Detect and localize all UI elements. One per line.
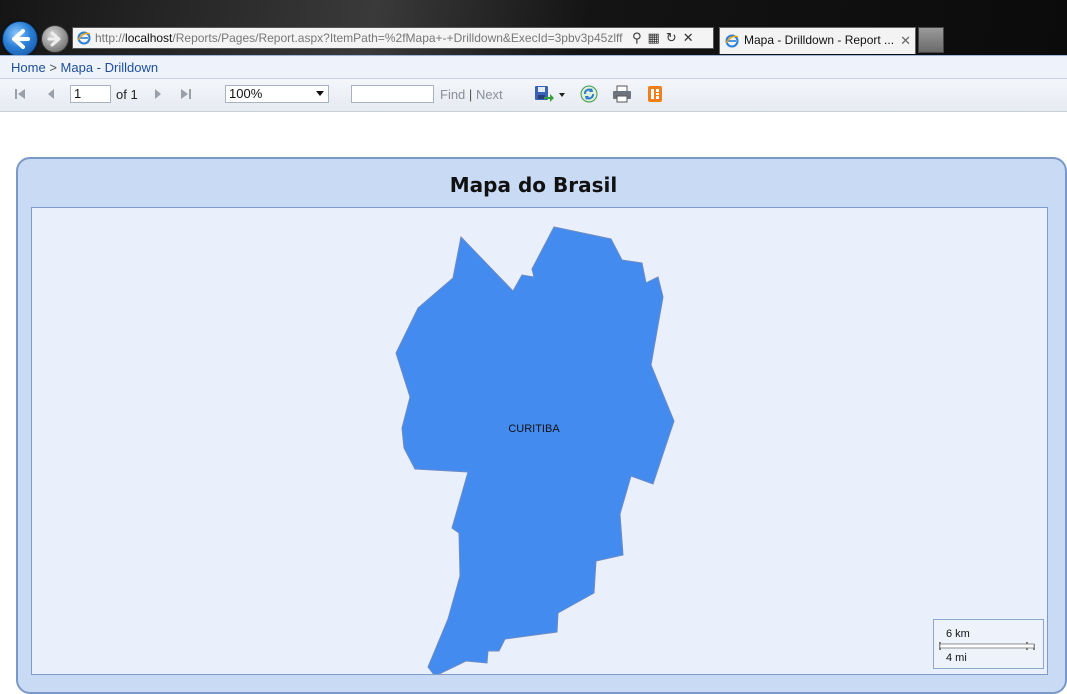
map-viewport[interactable]: CURITIBA — [31, 207, 1048, 675]
map-title: Mapa do Brasil — [449, 173, 618, 197]
breadcrumb-separator: > — [49, 60, 57, 75]
new-tab-button[interactable] — [918, 27, 944, 53]
url-host: localhost — [125, 31, 173, 45]
address-tools: ⚲ ▦ ↻ ✕ — [632, 29, 712, 47]
tab-title: Mapa - Drilldown - Report ... — [744, 33, 895, 47]
scale-bar — [939, 642, 1035, 650]
close-tab-icon[interactable]: ✕ — [900, 28, 911, 53]
browser-chrome: http://localhost/Reports/Pages/Report.as… — [0, 0, 1067, 57]
ie-page-icon — [77, 31, 91, 45]
first-page-icon[interactable] — [13, 87, 27, 101]
chevron-down-icon — [316, 91, 324, 96]
address-bar[interactable]: http://localhost/Reports/Pages/Report.as… — [72, 27, 714, 49]
url-scheme: http:// — [95, 31, 126, 45]
map-region-curitiba[interactable] — [395, 226, 675, 674]
next-page-icon[interactable] — [152, 87, 164, 101]
stop-icon[interactable]: ✕ — [683, 31, 694, 46]
url-path: /Reports/Pages/Report.aspx?ItemPath=%2fM… — [172, 31, 623, 45]
map-region-label: CURITIBA — [508, 423, 560, 435]
map-canvas: CURITIBA — [395, 226, 675, 674]
next-link[interactable]: Next — [476, 87, 503, 102]
refresh-icon[interactable]: ↻ — [666, 31, 677, 46]
breadcrumb: Home > Mapa - Drilldown — [11, 60, 158, 75]
last-page-icon[interactable] — [179, 87, 193, 101]
breadcrumb-bar: Home > Mapa - Drilldown — [0, 55, 1067, 79]
previous-page-icon[interactable] — [45, 87, 57, 101]
back-button[interactable] — [2, 21, 38, 57]
find-link[interactable]: Find — [440, 87, 465, 102]
page-number-input[interactable]: 1 — [70, 85, 111, 103]
refresh-report-icon[interactable] — [580, 85, 598, 103]
arrow-left-icon — [12, 29, 30, 49]
export-icon[interactable] — [534, 85, 566, 103]
zoom-value: 100% — [229, 86, 263, 101]
zoom-select[interactable]: 100% — [225, 85, 329, 103]
scale-mi-label: 4 mi — [946, 652, 967, 664]
find-input[interactable] — [351, 85, 434, 103]
page-count-label: of 1 — [116, 87, 138, 102]
scale-km-label: 6 km — [946, 628, 970, 640]
ie-tab-icon — [725, 34, 739, 48]
breadcrumb-home-link[interactable]: Home — [11, 60, 46, 75]
forward-button[interactable] — [41, 25, 69, 53]
breadcrumb-current-link[interactable]: Mapa - Drilldown — [61, 60, 159, 75]
search-icon[interactable]: ⚲ — [632, 31, 642, 46]
browser-tab[interactable]: Mapa - Drilldown - Report ... ✕ — [719, 27, 916, 54]
compat-view-icon[interactable]: ▦ — [648, 31, 660, 46]
map-scale: 6 km 4 mi — [933, 619, 1044, 669]
find-separator: | — [468, 87, 473, 102]
arrow-right-icon — [47, 31, 61, 47]
data-feed-icon[interactable] — [647, 85, 663, 103]
print-icon[interactable] — [612, 85, 632, 103]
find-controls: Find | Next — [440, 87, 503, 102]
